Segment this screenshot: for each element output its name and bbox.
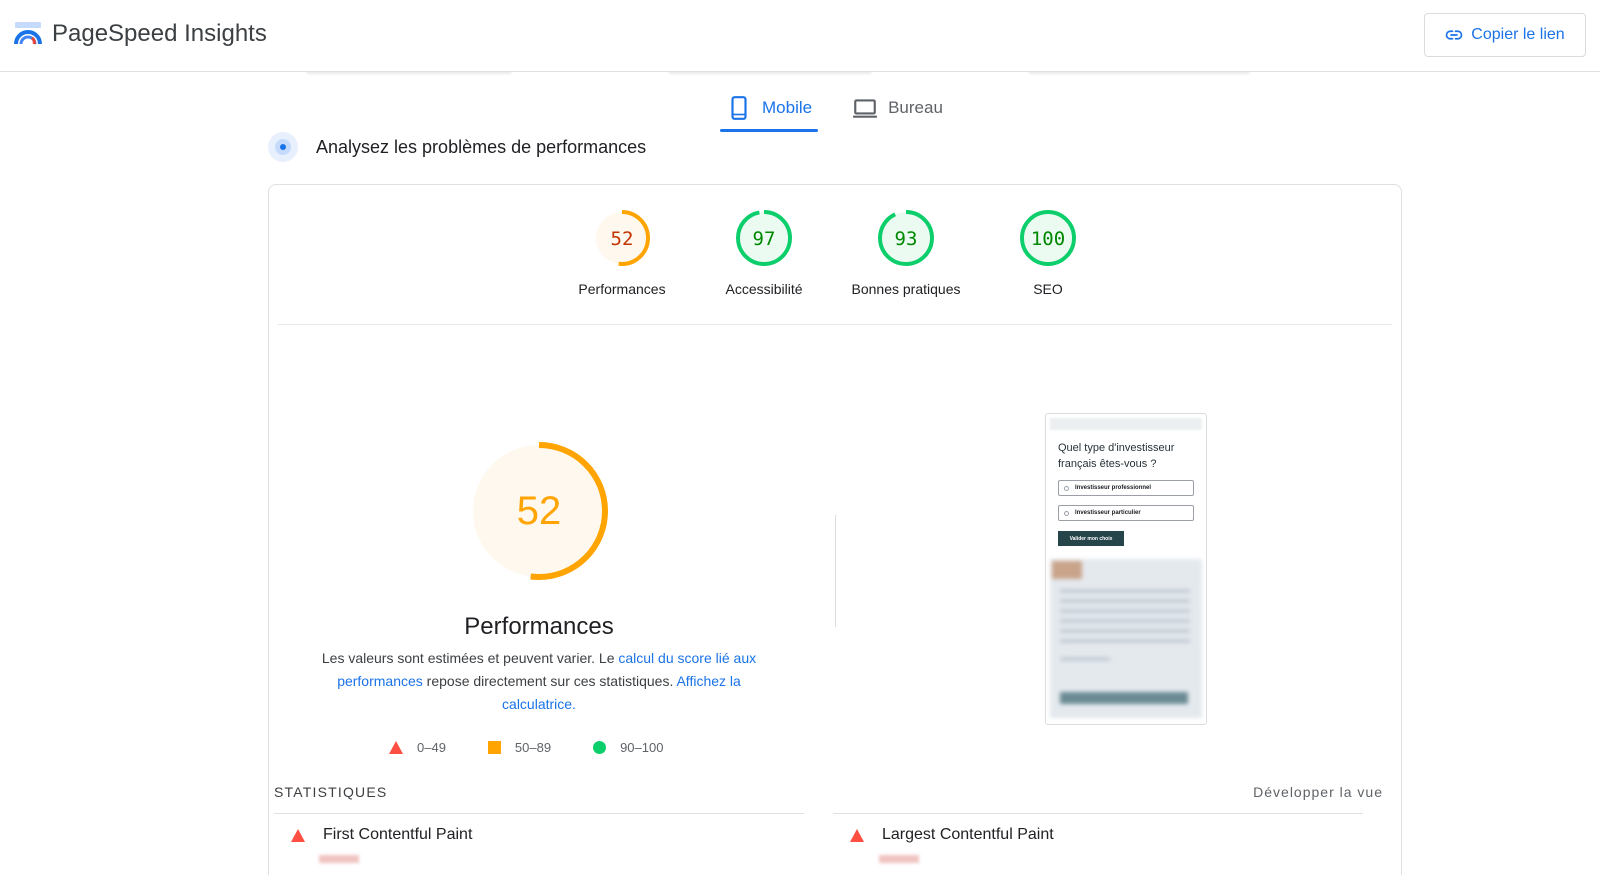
screenshot-question: Quel type d'investisseur français êtes-v… bbox=[1058, 442, 1175, 470]
divider bbox=[274, 813, 804, 814]
metric-lcp: Largest Contentful Paint bbox=[850, 826, 1054, 844]
gauge-performance[interactable]: 52 Performances bbox=[551, 209, 693, 297]
section-title: Analysez les problèmes de performances bbox=[316, 136, 647, 157]
metric-value-blurred bbox=[879, 855, 919, 863]
legend-pass: 90–100 bbox=[593, 740, 663, 755]
score-value: 52 bbox=[611, 228, 634, 250]
metric-fcp: First Contentful Paint bbox=[291, 826, 472, 844]
legend-range: 90–100 bbox=[620, 740, 664, 755]
tab-desktop[interactable]: Bureau bbox=[850, 86, 945, 130]
radio-icon bbox=[1064, 485, 1069, 491]
statistics-title: STATISTIQUES bbox=[274, 784, 388, 800]
legend-range: 0–49 bbox=[417, 740, 446, 755]
score-value: 97 bbox=[753, 228, 776, 250]
gauge-best-practices[interactable]: 93 Bonnes pratiques bbox=[835, 209, 977, 297]
score-gauge-chart: 93 bbox=[878, 210, 934, 266]
report-card: 52 Performances 97 Accessibilité 93 Bonn… bbox=[268, 184, 1402, 875]
app-title[interactable]: PageSpeed Insights bbox=[52, 18, 267, 50]
score-label: Performances bbox=[578, 281, 666, 297]
smartphone-icon bbox=[731, 96, 747, 120]
screenshot-topbar bbox=[1050, 418, 1202, 430]
legend-fail: 0–49 bbox=[389, 740, 446, 755]
score-legend: 0–49 50–89 90–100 bbox=[389, 740, 663, 755]
legend-range: 50–89 bbox=[514, 740, 552, 755]
copy-link-button[interactable]: Copier le lien bbox=[1424, 13, 1586, 57]
screenshot-option-label: Investisseur professionnel bbox=[1075, 485, 1152, 491]
legend-average: 50–89 bbox=[487, 740, 552, 755]
divider bbox=[278, 324, 1392, 325]
section-heading: Analysez les problèmes de performances bbox=[268, 132, 646, 162]
divider bbox=[833, 813, 1363, 814]
page-screenshot[interactable]: Quel type d'investisseur français êtes-v… bbox=[1045, 413, 1207, 725]
red-triangle-icon bbox=[291, 828, 305, 842]
metric-name: First Contentful Paint bbox=[323, 826, 473, 843]
laptop-icon bbox=[853, 99, 878, 118]
radar-icon bbox=[268, 132, 298, 162]
score-gauge-chart: 52 bbox=[594, 210, 650, 266]
copy-link-label: Copier le lien bbox=[1471, 26, 1565, 43]
device-tabs: Mobile Bureau bbox=[719, 86, 945, 132]
link-icon bbox=[1445, 30, 1463, 40]
performance-gauge-large: 52 bbox=[470, 442, 608, 580]
red-triangle-icon bbox=[850, 828, 864, 842]
orange-square-icon bbox=[487, 741, 501, 754]
tab-mobile-label: Mobile bbox=[762, 98, 813, 117]
score-label: Accessibilité bbox=[725, 281, 803, 297]
expand-view-button[interactable]: Développer la vue bbox=[1253, 784, 1383, 800]
performance-title: Performances bbox=[464, 613, 614, 640]
red-triangle-icon bbox=[389, 741, 403, 754]
gauge-accessibility[interactable]: 97 Accessibilité bbox=[693, 209, 835, 297]
score-label: SEO bbox=[1033, 281, 1063, 297]
screenshot-button: Valider mon choix bbox=[1058, 531, 1124, 546]
radio-icon bbox=[1064, 510, 1069, 516]
vertical-separator bbox=[835, 515, 836, 627]
green-circle-icon bbox=[593, 741, 607, 754]
gauge-seo[interactable]: 100 SEO bbox=[977, 209, 1119, 297]
score-value: 100 bbox=[1031, 228, 1065, 250]
performance-score-value: 52 bbox=[517, 489, 562, 533]
screenshot-blurred-content bbox=[1050, 559, 1202, 718]
score-label: Bonnes pratiques bbox=[851, 281, 961, 297]
score-value: 93 bbox=[895, 228, 918, 250]
tab-desktop-label: Bureau bbox=[888, 98, 943, 117]
desc-text: Les valeurs sont estimées et peuvent var… bbox=[321, 650, 619, 666]
screenshot-option-label: Investisseur particulier bbox=[1075, 510, 1141, 516]
screenshot-option: Investisseur professionnel bbox=[1058, 480, 1194, 496]
top-header: PageSpeed Insights Copier le lien bbox=[0, 0, 1600, 72]
pagespeed-logo-icon[interactable] bbox=[12, 18, 44, 50]
screenshot-option: Investisseur particulier bbox=[1058, 505, 1194, 521]
metric-name: Largest Contentful Paint bbox=[882, 826, 1054, 843]
score-gauge-chart: 100 bbox=[1020, 210, 1076, 266]
performance-description: Les valeurs sont estimées et peuvent var… bbox=[299, 647, 779, 716]
tab-mobile[interactable]: Mobile bbox=[719, 86, 819, 132]
score-gauge-chart: 97 bbox=[736, 210, 792, 266]
desc-text: repose directement sur ces statistiques. bbox=[422, 673, 677, 689]
metric-value-blurred bbox=[319, 855, 359, 863]
score-gauges: 52 Performances 97 Accessibilité 93 Bonn… bbox=[269, 209, 1401, 297]
